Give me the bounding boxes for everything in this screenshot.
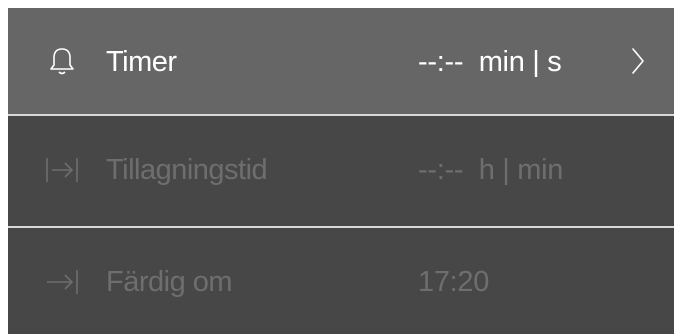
bell-icon — [44, 43, 80, 79]
end-arrow-icon — [44, 264, 80, 300]
ready-in-value: 17:20 — [418, 266, 490, 298]
timer-label: Timer — [106, 46, 177, 78]
timer-row[interactable]: Timer --:-- min | s — [8, 8, 674, 114]
ready-in-row: Färdig om 17:20 — [8, 228, 674, 334]
chevron-right-icon[interactable] — [630, 47, 646, 75]
timer-value: --:-- min | s — [418, 46, 562, 78]
settings-panel: Timer --:-- min | s Tillagningstid --:--… — [8, 8, 674, 334]
cooking-time-value: --:-- h | min — [418, 154, 564, 186]
duration-arrow-icon — [44, 152, 80, 188]
cooking-time-label: Tillagningstid — [106, 154, 268, 186]
cooking-time-row: Tillagningstid --:-- h | min — [8, 116, 674, 222]
ready-in-label: Färdig om — [106, 266, 233, 298]
